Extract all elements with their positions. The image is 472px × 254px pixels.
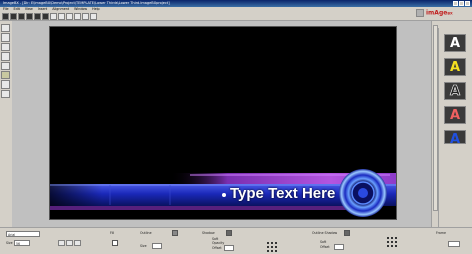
- cut-button[interactable]: [66, 13, 73, 20]
- redo-button[interactable]: [58, 13, 65, 20]
- image-tool-icon[interactable]: [1, 52, 10, 61]
- outline-size-label: Size: [140, 244, 147, 248]
- outline-shadow-direction-pad[interactable]: [386, 236, 398, 248]
- zoom-button[interactable]: [90, 13, 97, 20]
- frame-input[interactable]: [448, 241, 460, 247]
- open-button[interactable]: [10, 13, 17, 20]
- stop-button[interactable]: [34, 13, 41, 20]
- shape-tool-icon[interactable]: [1, 42, 10, 52]
- style-preset-1-glyph: A: [449, 36, 461, 51]
- headline-text[interactable]: Type Text Here: [230, 185, 335, 202]
- style-preset-2[interactable]: A: [444, 58, 466, 76]
- play-button[interactable]: [26, 13, 33, 20]
- fill-color-swatch[interactable]: [112, 240, 118, 246]
- copy-button[interactable]: [74, 13, 81, 20]
- paste-button[interactable]: [82, 13, 89, 20]
- outline-shadow-label: Outline Shadow: [312, 231, 338, 235]
- logo-text: imAge: [426, 9, 448, 17]
- logo-suffix: BX: [447, 11, 453, 16]
- select-tool-icon[interactable]: [1, 24, 10, 33]
- outline-size-input[interactable]: [152, 243, 162, 249]
- italic-button[interactable]: [66, 240, 73, 246]
- ring-emblem-core: [358, 188, 368, 198]
- shadow-color-swatch[interactable]: [226, 230, 232, 236]
- outline-shadow-soft-label: Soft: [320, 240, 327, 244]
- outline-color-swatch[interactable]: [172, 230, 178, 236]
- crop-tool-icon[interactable]: [1, 80, 10, 89]
- shadow-direction-pad[interactable]: [266, 241, 278, 253]
- toolbar: [0, 12, 472, 21]
- shadow-label: Shadow: [202, 231, 215, 235]
- window-title: ImageBX - [Dir: E\ImageBX\Demo\Project\T…: [3, 1, 170, 5]
- size-input[interactable]: 56: [14, 240, 30, 246]
- outline-shadow-color-swatch[interactable]: [344, 230, 350, 236]
- properties-panel: Arial Size 56 Fill Outline Size Shadow S…: [0, 227, 472, 254]
- line-tool-icon[interactable]: [1, 61, 10, 70]
- underline-button[interactable]: [74, 240, 81, 246]
- shadow-opacity-label: Opacity: [212, 241, 225, 245]
- design-canvas[interactable]: Type Text Here: [49, 26, 397, 220]
- minimize-button[interactable]: [453, 1, 458, 6]
- logo-icon: [416, 9, 424, 17]
- purple-lower-stripe: [50, 206, 350, 210]
- vertical-scrollbar[interactable]: [431, 21, 438, 227]
- fill-label: Fill: [110, 231, 115, 235]
- style-preset-5[interactable]: A: [444, 130, 466, 147]
- style-preset-1[interactable]: A: [444, 34, 466, 52]
- style-preset-3[interactable]: A: [444, 82, 466, 100]
- new-button[interactable]: [2, 13, 9, 20]
- tools-palette: [1, 24, 11, 98]
- paint-tool-icon[interactable]: [1, 70, 10, 80]
- record-button[interactable]: [42, 13, 49, 20]
- text-styles-panel: A A A A A: [438, 28, 470, 228]
- frame-label: Frame: [436, 231, 446, 235]
- window-titlebar: ImageBX - [Dir: E\ImageBX\Demo\Project\T…: [0, 0, 472, 7]
- save-button[interactable]: [18, 13, 25, 20]
- shadow-offset-input[interactable]: [224, 245, 234, 251]
- style-preset-4[interactable]: A: [444, 106, 466, 124]
- bold-button[interactable]: [58, 240, 65, 246]
- sparkle: [222, 193, 226, 197]
- hand-tool-icon[interactable]: [1, 89, 10, 98]
- close-button[interactable]: [465, 1, 470, 6]
- style-preset-3-glyph: A: [449, 84, 461, 100]
- lower-third-graphic: [50, 169, 396, 217]
- text-tool-icon[interactable]: [1, 33, 10, 42]
- maximize-button[interactable]: [459, 1, 464, 6]
- font-select[interactable]: Arial: [6, 231, 40, 237]
- style-preset-2-glyph: A: [449, 60, 461, 75]
- undo-button[interactable]: [50, 13, 57, 20]
- outline-label: Outline: [140, 231, 152, 235]
- shadow-offset-label: Offset: [212, 246, 222, 250]
- style-preset-4-glyph: A: [449, 108, 461, 123]
- size-label: Size: [6, 241, 13, 245]
- outline-shadow-offset-input[interactable]: [334, 244, 344, 250]
- window-controls: [453, 1, 470, 6]
- outline-shadow-offset-label: Offset: [320, 245, 330, 249]
- style-preset-5-glyph: A: [449, 132, 461, 147]
